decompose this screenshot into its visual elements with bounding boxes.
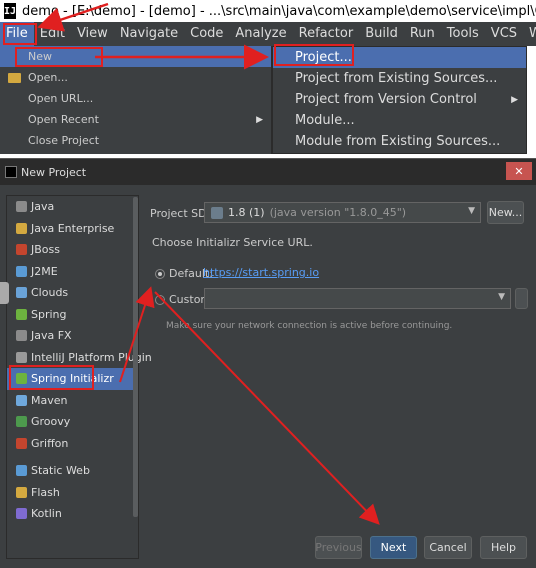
project-type-label: JBoss [31,243,60,257]
project-type-griffon[interactable]: Griffon [7,433,138,455]
project-type-kotlin[interactable]: Kotlin [7,503,138,525]
project-type-label: Groovy [31,415,71,429]
new-submenu-item-project-vcs[interactable]: Project from Version Control ▶ [273,89,526,110]
static-web-icon [16,465,27,477]
menu-refactor[interactable]: Refactor [293,22,360,46]
highlight-box-new [15,47,103,67]
menu-navigate[interactable]: Navigate [114,22,184,46]
jboss-icon [16,244,27,256]
highlight-box-spring-initializr [9,365,94,390]
sdk-new-button[interactable]: New... [487,201,524,224]
cancel-button[interactable]: Cancel [424,536,472,559]
project-type-java-enterprise[interactable]: Java Enterprise [7,218,138,240]
project-type-groovy[interactable]: Groovy [7,411,138,433]
menu-view[interactable]: View [71,22,114,46]
new-submenu-item-module-existing[interactable]: Module from Existing Sources... [273,131,526,152]
sdk-folder-icon [211,206,223,219]
chevron-down-icon: ▼ [498,292,505,302]
project-type-spring[interactable]: Spring [7,304,138,326]
project-type-java-fx[interactable]: Java FX [7,325,138,347]
intellij-platform-plugin-icon [16,351,27,363]
j2me-icon [16,265,27,277]
highlight-box-project [274,44,354,66]
clouds-icon [16,287,27,299]
menu-vcs[interactable]: VCS [485,22,523,46]
kotlin-icon [16,508,27,520]
menu-tools[interactable]: Tools [441,22,485,46]
window-title-bar: IJ demo - [E:\demo] - [demo] - ...\src\m… [0,0,536,22]
help-button[interactable]: Help [480,536,527,559]
menu-code[interactable]: Code [184,22,229,46]
java-enterprise-icon [16,222,27,234]
project-type-label: Static Web [31,464,90,478]
dialog-title-bar: New Project [0,159,536,185]
network-hint: Make sure your network connection is act… [166,321,453,331]
file-menu-item-close-project[interactable]: Close Project [0,130,271,151]
spring-icon [16,308,27,320]
side-panel-tab[interactable] [0,282,9,304]
file-menu-item-open[interactable]: Open... [0,67,271,88]
folder-icon [8,73,21,83]
menu-analyze[interactable]: Analyze [229,22,292,46]
new-submenu-item-project-existing[interactable]: Project from Existing Sources... [273,68,526,89]
new-project-dialog: New Project ✕ Java Java Enterprise JBoss J2… [0,158,536,568]
griffon-icon [16,437,27,449]
groovy-icon [16,416,27,428]
menu-run[interactable]: Run [404,22,441,46]
project-type-static-web[interactable]: Static Web [7,460,138,482]
project-type-label: Clouds [31,286,69,300]
project-type-flash[interactable]: Flash [7,482,138,504]
project-type-label: Flash [31,485,60,499]
java-fx-icon [16,330,27,342]
project-type-label: Java Enterprise [31,221,115,235]
project-type-j2me[interactable]: J2ME [7,261,138,283]
custom-url-browse-button[interactable] [515,288,528,309]
dialog-title: New Project [21,165,87,179]
project-type-scrollbar[interactable] [133,197,138,517]
default-url-link[interactable]: https://start.spring.io [203,266,319,279]
submenu-arrow-icon: ▶ [256,114,263,125]
dialog-app-icon [5,166,17,178]
project-type-jboss[interactable]: JBoss [7,239,138,261]
custom-url-field[interactable]: ▼ [204,288,511,309]
project-type-label: Maven [31,393,68,407]
menu-build[interactable]: Build [359,22,404,46]
project-type-maven[interactable]: Maven [7,390,138,412]
submenu-arrow-icon: ▶ [256,51,263,62]
custom-radio[interactable] [155,295,165,305]
project-type-clouds[interactable]: Clouds [7,282,138,304]
project-type-label: Java FX [31,329,72,343]
intellij-logo-icon: IJ [4,3,17,19]
menu-window[interactable]: Windo [523,22,536,46]
new-submenu-item-module[interactable]: Module... [273,110,526,131]
project-type-label: J2ME [31,264,58,278]
service-heading: Choose Initializr Service URL. [152,236,313,249]
window-title: demo - [E:\demo] - [demo] - ...\src\main… [22,3,536,19]
menu-bar: File Edit View Navigate Code Analyze Ref… [0,22,536,46]
file-menu-item-open-url[interactable]: Open URL... [0,88,271,109]
previous-button[interactable]: Previous [315,536,362,559]
menu-edit[interactable]: Edit [34,22,71,46]
maven-icon [16,394,27,406]
dialog-close-button[interactable]: ✕ [506,162,532,180]
next-button[interactable]: Next [370,536,417,559]
project-type-label: Kotlin [31,507,62,521]
flash-icon [16,486,27,498]
default-radio[interactable] [155,269,165,279]
java-icon [16,201,27,213]
submenu-arrow-icon: ▶ [511,94,518,105]
chevron-down-icon: ▼ [468,206,475,216]
file-menu-item-open-recent[interactable]: Open Recent ▶ [0,109,271,130]
project-type-label: Spring [31,307,67,321]
sdk-select[interactable]: 1.8 (1) (java version "1.8.0_45") ▼ [204,202,481,223]
project-type-label: Griffon [31,436,69,450]
project-type-java[interactable]: Java [7,196,138,218]
highlight-box-file [3,23,37,45]
project-type-label: Java [31,200,55,214]
